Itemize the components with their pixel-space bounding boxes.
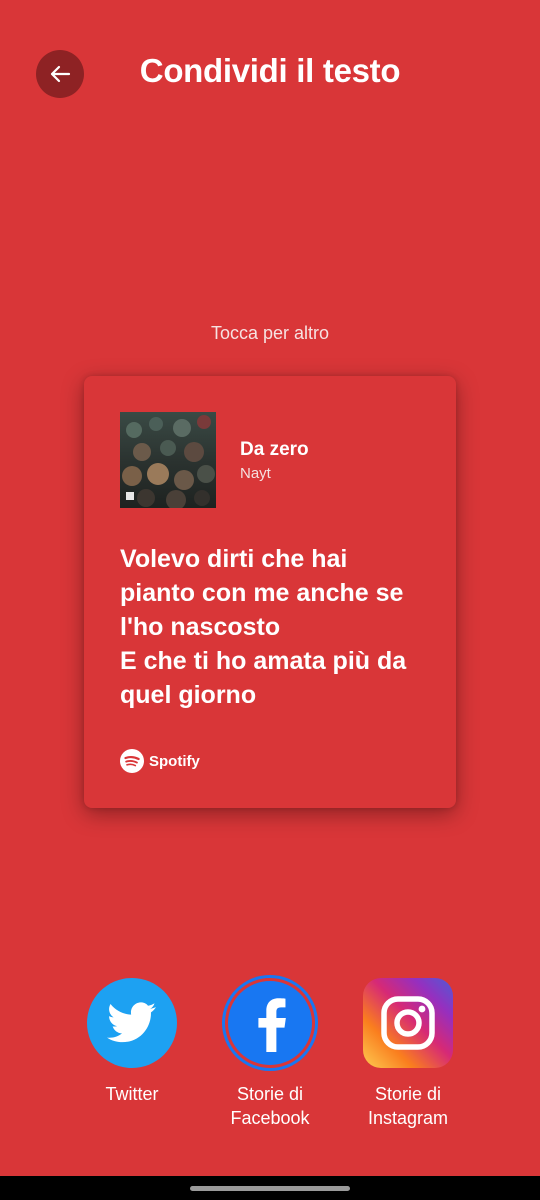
facebook-icon — [225, 978, 315, 1068]
tap-for-more-hint: Tocca per altro — [210, 323, 330, 343]
page-title: Condividi il testo — [139, 52, 401, 89]
share-facebook-stories-label: Storie di Facebook — [230, 1084, 310, 1128]
share-instagram-stories-button[interactable]: Storie di Instagram — [333, 978, 483, 1130]
spotify-wordmark: Spotify — [149, 752, 200, 770]
song-title: Da zero — [240, 439, 309, 460]
spotify-logo: Spotify — [120, 749, 200, 773]
share-twitter-button[interactable]: Twitter — [57, 978, 207, 1106]
instagram-icon — [363, 978, 453, 1068]
twitter-icon — [87, 978, 177, 1068]
share-instagram-stories-label: Storie di Instagram — [367, 1084, 449, 1128]
song-artist: Nayt — [240, 465, 271, 482]
lyrics-card[interactable]: Da zero Nayt Volevo dirti che hai pianto… — [84, 376, 456, 808]
share-twitter-label: Twitter — [105, 1084, 159, 1104]
spotify-icon — [120, 749, 144, 773]
home-gesture-bar[interactable] — [190, 1186, 350, 1191]
album-cover — [120, 412, 216, 508]
lyrics-text: Volevo dirti che hai pianto con me anche… — [120, 545, 407, 709]
share-facebook-stories-button[interactable]: Storie di Facebook — [195, 978, 345, 1130]
